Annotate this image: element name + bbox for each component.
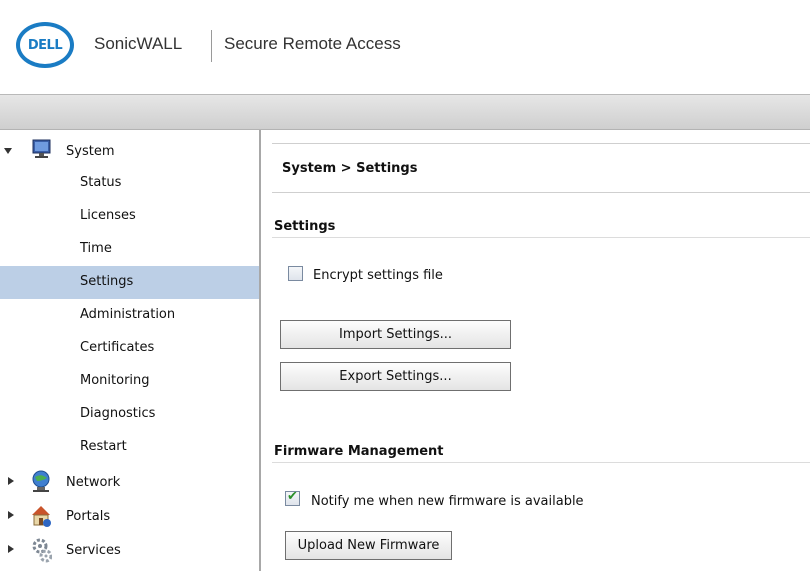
product-name: Secure Remote Access: [224, 34, 401, 53]
sidebar-item-diagnostics[interactable]: Diagnostics: [0, 398, 259, 431]
sidebar-group-system[interactable]: System: [0, 136, 259, 168]
notify-firmware-label: Notify me when new firmware is available: [311, 494, 584, 509]
sidebar-item-label: Administration: [80, 307, 176, 322]
monitor-icon: [32, 139, 51, 158]
expand-arrow-icon[interactable]: [8, 511, 14, 519]
sidebar-nav: System Status Licenses Time Settings Adm…: [0, 130, 261, 571]
expand-arrow-icon[interactable]: [8, 545, 14, 553]
sidebar-item-certificates[interactable]: Certificates: [0, 332, 259, 365]
gears-icon: [32, 538, 52, 563]
expand-arrow-icon[interactable]: [8, 477, 14, 485]
sidebar-group-label: Portals: [66, 509, 111, 524]
house-icon: [32, 506, 51, 527]
notify-firmware-checkbox[interactable]: [285, 489, 300, 506]
sidebar-group-portals[interactable]: Portals: [0, 501, 259, 533]
encrypt-settings-label: Encrypt settings file: [313, 268, 443, 283]
sidebar-group-label: System: [66, 144, 115, 159]
sidebar-item-time[interactable]: Time: [0, 233, 259, 266]
sidebar-item-restart[interactable]: Restart: [0, 431, 259, 464]
import-settings-button[interactable]: Import Settings...: [280, 320, 511, 349]
sidebar-item-label: Licenses: [80, 208, 136, 223]
main-content: System > Settings Settings Encrypt setti…: [262, 130, 810, 571]
export-settings-button[interactable]: Export Settings...: [280, 362, 511, 391]
breadcrumb-bar: System > Settings: [272, 143, 810, 193]
section-divider: [272, 462, 810, 463]
logo-text: DELL: [27, 37, 63, 53]
sidebar-item-label: Certificates: [80, 340, 155, 355]
sidebar-item-settings[interactable]: Settings: [0, 266, 259, 299]
breadcrumb: System > Settings: [282, 161, 418, 176]
expand-arrow-icon[interactable]: [4, 148, 12, 154]
sidebar-item-label: Status: [80, 175, 122, 190]
sidebar-group-label: Services: [66, 543, 121, 558]
sidebar-item-label: Restart: [80, 439, 127, 454]
sidebar-item-label: Time: [80, 241, 112, 256]
upload-firmware-button[interactable]: Upload New Firmware: [285, 531, 452, 560]
sidebar-group-label: Network: [66, 475, 121, 490]
toolbar-band: [0, 95, 810, 130]
sidebar-item-licenses[interactable]: Licenses: [0, 200, 259, 233]
sidebar-item-label: Monitoring: [80, 373, 150, 388]
sidebar-item-label: Settings: [80, 274, 134, 289]
sidebar-item-status[interactable]: Status: [0, 167, 259, 200]
sidebar-item-label: Diagnostics: [80, 406, 156, 421]
sidebar-group-services[interactable]: Services: [0, 535, 259, 567]
brand-divider: [211, 30, 212, 62]
firmware-section-title: Firmware Management: [274, 444, 444, 459]
sidebar-group-network[interactable]: Network: [0, 467, 259, 499]
encrypt-settings-checkbox[interactable]: [288, 266, 303, 281]
sidebar-item-monitoring[interactable]: Monitoring: [0, 365, 259, 398]
brand-name: SonicWALL: [94, 34, 183, 53]
app-header: DELL SonicWALL Secure Remote Access: [0, 0, 810, 95]
section-divider: [272, 237, 810, 238]
dell-logo: DELL: [16, 22, 74, 68]
sidebar-item-administration[interactable]: Administration: [0, 299, 259, 332]
globe-network-icon: [32, 470, 50, 492]
settings-section-title: Settings: [274, 219, 336, 234]
